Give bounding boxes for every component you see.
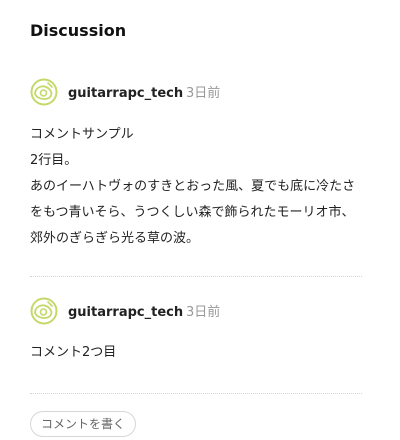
comment-item: guitarrapc_tech 3日前 コメントサンプル 2行目。 あのイーハト…: [30, 78, 362, 246]
comment-line: コメント2つ目: [30, 345, 117, 360]
write-comment-button[interactable]: コメントを書く: [30, 411, 137, 437]
comment-author[interactable]: guitarrapc_tech: [68, 305, 183, 321]
comment-divider: [30, 276, 362, 277]
comment-line: 2行目。: [30, 153, 78, 168]
comment-body: コメントサンプル 2行目。 あのイーハトヴォのすきとおった風、夏でも底に冷たさを…: [30, 122, 362, 252]
comment-header: guitarrapc_tech 3日前: [30, 78, 362, 110]
comment-timestamp[interactable]: 3日前: [186, 85, 220, 103]
comment-body: コメント2つ目: [30, 340, 362, 366]
comment-item: guitarrapc_tech 3日前 コメント2つ目: [30, 297, 362, 360]
guitar-pick-logo-icon[interactable]: [30, 297, 58, 325]
discussion-title: Discussion: [30, 21, 127, 40]
comment-header: guitarrapc_tech 3日前: [30, 297, 362, 329]
guitar-pick-logo-icon[interactable]: [30, 78, 58, 106]
comment-line: あのイーハトヴォのすきとおった風、夏でも底に冷たさをもつ青いそら、うつくしい森で…: [30, 179, 356, 246]
comment-author[interactable]: guitarrapc_tech: [68, 86, 183, 102]
comment-divider: [30, 393, 362, 394]
comment-line: コメントサンプル: [30, 127, 134, 142]
comment-timestamp[interactable]: 3日前: [186, 304, 220, 322]
